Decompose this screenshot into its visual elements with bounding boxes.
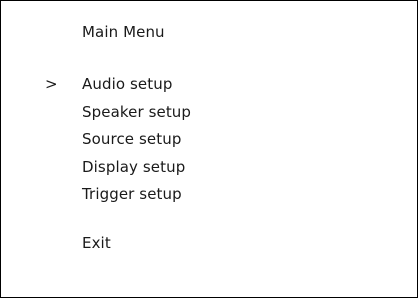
menu-item-label: Speaker setup bbox=[82, 102, 192, 121]
menu-item-trigger-setup[interactable]: Trigger setup bbox=[1, 185, 417, 213]
menu-item-label: Source setup bbox=[82, 130, 182, 148]
menu-item-label: Audio setup bbox=[82, 75, 173, 93]
menu-item-label: Trigger setup bbox=[82, 185, 182, 203]
menu-list: > Audio setup Speaker setup Source setup… bbox=[1, 75, 417, 213]
menu-item-speaker-setup[interactable]: Speaker setup bbox=[1, 103, 417, 131]
menu-item-display-setup[interactable]: Display setup bbox=[1, 158, 417, 186]
menu-item-source-setup[interactable]: Source setup bbox=[1, 130, 417, 158]
menu-item-label: Display setup bbox=[82, 157, 186, 176]
menu-item-exit[interactable]: Exit bbox=[82, 234, 111, 252]
menu-item-audio-setup[interactable]: > Audio setup bbox=[1, 75, 417, 103]
selection-cursor-icon: > bbox=[45, 75, 58, 93]
menu-title: Main Menu bbox=[82, 23, 165, 41]
menu-screen: Main Menu > Audio setup Speaker setup So… bbox=[0, 0, 418, 298]
